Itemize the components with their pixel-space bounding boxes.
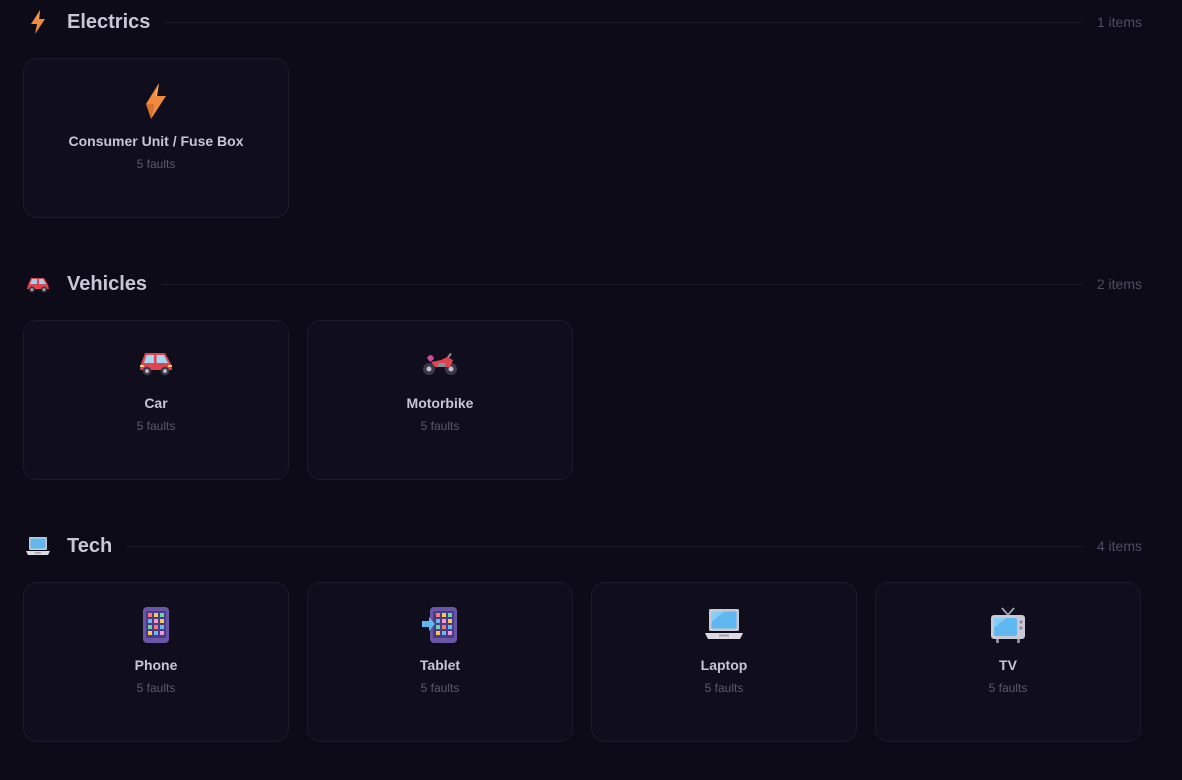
- card-title: Tablet: [419, 657, 461, 673]
- section-header: Vehicles 2 items: [24, 262, 1142, 306]
- tv-icon: [876, 605, 1140, 645]
- card-row: Consumer Unit / Fuse Box 5 faults: [23, 58, 1143, 220]
- section-item-count: 2 items: [1096, 276, 1142, 292]
- card-fault-count: 5 faults: [136, 157, 176, 171]
- card-title: TV: [999, 657, 1017, 673]
- card-motorbike[interactable]: Motorbike 5 faults: [307, 320, 573, 480]
- section-divider: [126, 545, 1083, 547]
- laptop-icon: [24, 532, 52, 560]
- section-item-count: 4 items: [1096, 538, 1142, 554]
- section-title: Tech: [67, 534, 113, 557]
- card-fault-count: 5 faults: [136, 681, 176, 695]
- card-fault-count: 5 faults: [136, 419, 176, 433]
- card-title: Car: [144, 395, 168, 411]
- section-title: Electrics: [67, 10, 151, 33]
- card-fault-count: 5 faults: [988, 681, 1028, 695]
- card-row: Car 5 faults Motorbike 5 faults: [23, 320, 1143, 482]
- card-fault-count: 5 faults: [420, 419, 460, 433]
- section-header: Electrics 1 items: [24, 0, 1142, 44]
- section-item-count: 1 items: [1096, 14, 1142, 30]
- phone-icon: [24, 605, 288, 645]
- car-icon: [24, 343, 288, 383]
- lightning-icon: [24, 81, 288, 121]
- card-phone[interactable]: Phone 5 faults: [23, 582, 289, 742]
- card-row: Phone 5 faults Tablet 5 faults Laptop 5 …: [23, 582, 1143, 744]
- tablet-icon: [308, 605, 572, 645]
- card-title: Motorbike: [406, 395, 474, 411]
- section-divider: [161, 283, 1083, 285]
- card-title: Laptop: [700, 657, 748, 673]
- device-category-page: Electrics 1 items Consumer Unit / Fuse B…: [0, 0, 1182, 780]
- card-fault-count: 5 faults: [420, 681, 460, 695]
- card-car[interactable]: Car 5 faults: [23, 320, 289, 480]
- car-icon: [24, 270, 52, 298]
- section-header: Tech 4 items: [24, 524, 1142, 568]
- lightning-icon: [24, 8, 52, 36]
- card-title: Phone: [134, 657, 178, 673]
- motorbike-icon: [308, 343, 572, 383]
- laptop-icon: [592, 605, 856, 645]
- card-consumer-unit[interactable]: Consumer Unit / Fuse Box 5 faults: [23, 58, 289, 218]
- card-title: Consumer Unit / Fuse Box: [68, 133, 244, 149]
- section-title: Vehicles: [67, 272, 148, 295]
- card-tv[interactable]: TV 5 faults: [875, 582, 1141, 742]
- card-laptop[interactable]: Laptop 5 faults: [591, 582, 857, 742]
- section-divider: [164, 21, 1083, 23]
- card-fault-count: 5 faults: [704, 681, 744, 695]
- card-tablet[interactable]: Tablet 5 faults: [307, 582, 573, 742]
